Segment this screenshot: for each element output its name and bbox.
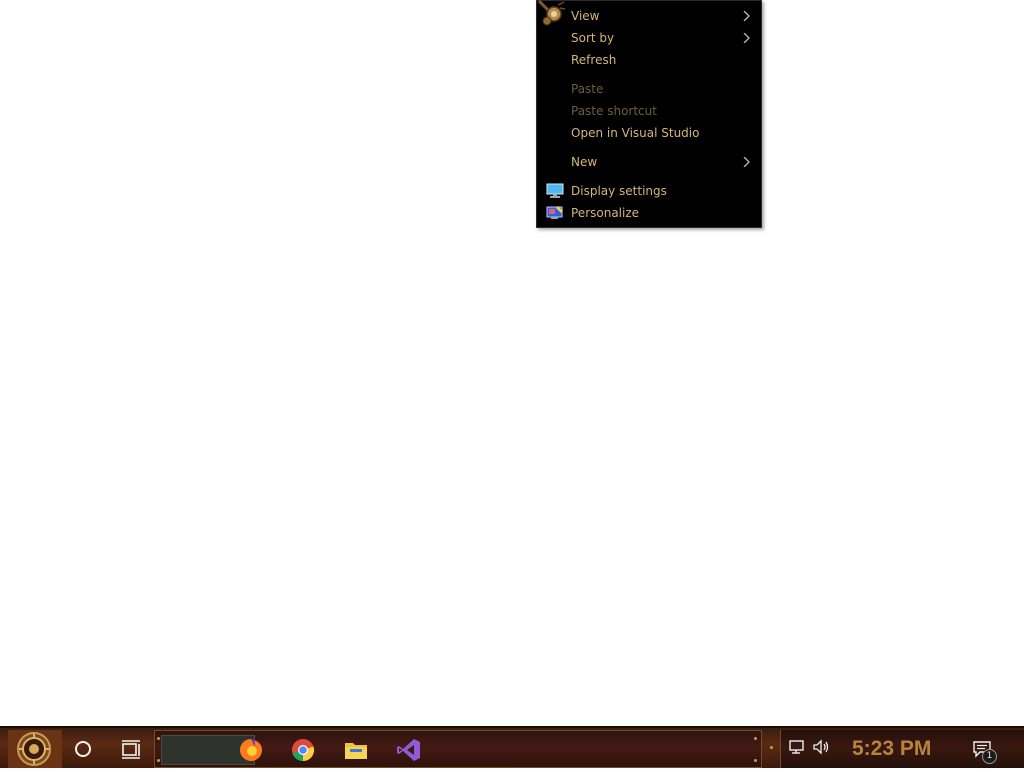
menu-item-view-label: View [571, 9, 600, 23]
volume-icon[interactable] [812, 738, 830, 756]
taskbar-app-band [154, 730, 762, 768]
firefox-icon [240, 739, 262, 761]
mouse-cursor-icon [538, 0, 566, 26]
visual-studio-icon [397, 739, 420, 761]
taskbar: 5:23 PM 1 [0, 726, 1024, 768]
display-icon [546, 183, 564, 198]
menu-item-paste[interactable]: Paste [537, 78, 761, 100]
taskbar-app-visual-studio[interactable] [395, 736, 423, 764]
chevron-right-icon [743, 157, 750, 167]
taskbar-app-file-explorer[interactable] [342, 736, 370, 764]
task-view-icon[interactable] [118, 736, 144, 762]
menu-item-refresh[interactable]: Refresh [537, 49, 761, 71]
personalize-icon [546, 206, 563, 219]
menu-item-new-label: New [571, 155, 598, 169]
network-icon[interactable] [788, 738, 806, 756]
menu-item-sort-by[interactable]: Sort by [537, 27, 761, 49]
menu-item-paste-label: Paste [571, 82, 604, 96]
menu-item-personalize[interactable]: Personalize [537, 202, 761, 224]
start-button[interactable] [8, 730, 62, 768]
taskbar-clock[interactable]: 5:23 PM [852, 736, 952, 762]
chrome-icon [292, 739, 315, 762]
menu-item-new[interactable]: New [537, 151, 761, 173]
cortana-circle-icon[interactable] [70, 736, 96, 762]
rivet [157, 759, 160, 762]
menu-item-display-settings[interactable]: Display settings [537, 180, 761, 202]
menu-item-view[interactable]: View [537, 5, 761, 27]
menu-item-open-in-visual-studio[interactable]: Open in Visual Studio [537, 122, 761, 144]
menu-item-display-settings-label: Display settings [571, 184, 667, 198]
rivet [754, 759, 757, 762]
folder-icon [345, 743, 367, 759]
taskbar-app-chrome[interactable] [289, 736, 317, 764]
rivet [754, 737, 757, 740]
menu-item-sort-by-label: Sort by [571, 31, 615, 45]
menu-item-paste-shortcut-label: Paste shortcut [571, 104, 657, 118]
desktop[interactable] [0, 0, 1024, 726]
taskbar-app-firefox[interactable] [237, 736, 265, 764]
menu-item-open-in-visual-studio-label: Open in Visual Studio [571, 126, 700, 140]
notification-count-badge: 1 [982, 749, 997, 764]
menu-item-paste-shortcut[interactable]: Paste shortcut [537, 100, 761, 122]
rivet [770, 746, 773, 749]
desktop-context-menu: View Sort by Refresh Paste Paste shortcu… [536, 0, 762, 228]
steampunk-gear-start-icon [8, 730, 62, 768]
chevron-right-icon [743, 33, 750, 43]
menu-item-refresh-label: Refresh [571, 53, 617, 67]
chevron-right-icon [743, 11, 750, 21]
rivet [157, 737, 160, 740]
menu-item-personalize-label: Personalize [571, 206, 640, 220]
